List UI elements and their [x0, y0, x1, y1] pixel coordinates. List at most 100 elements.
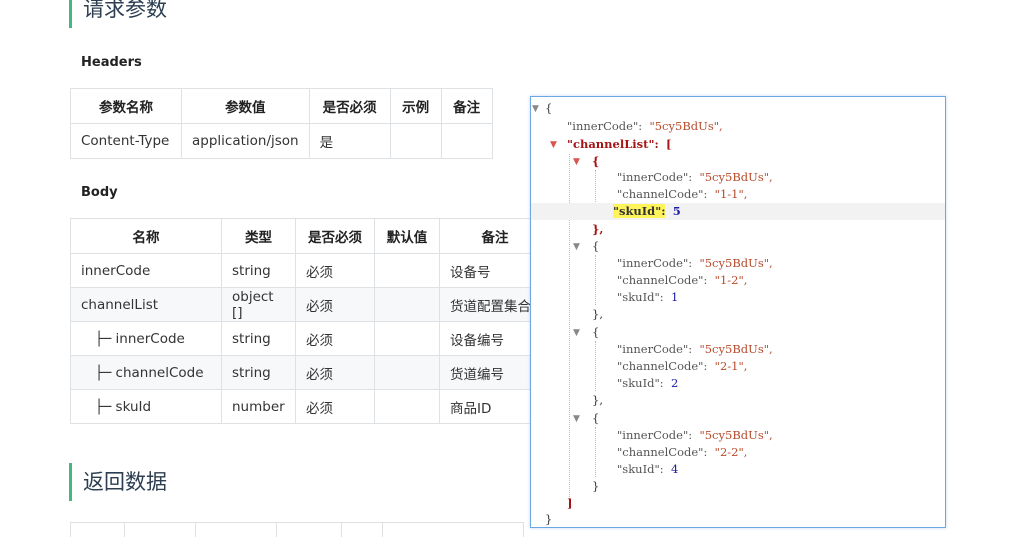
collapse-arrow-icon[interactable]: ▼ [573, 414, 580, 424]
json-string: "5cy5BdUs", [649, 119, 723, 133]
json-line: "skuId": 1 [617, 289, 945, 306]
table-row: ├─ innerCode string 必须 设备编号 [70, 321, 551, 356]
json-line: { [592, 324, 945, 341]
json-line: "skuId": 4 [617, 461, 945, 478]
cell: 必须 [295, 389, 375, 424]
table-divider [276, 523, 277, 537]
json-brace: }, [592, 222, 604, 236]
cell: application/json [181, 123, 310, 159]
body-subtitle: Body [81, 185, 118, 200]
cell: Content-Type [70, 123, 182, 159]
json-line: "channelCode": "1-2", [617, 272, 945, 289]
json-string: "5cy5BdUs", [699, 342, 773, 356]
request-params-heading: 请求参数 [69, 0, 167, 28]
headers-col-required: 是否必须 [308, 88, 391, 124]
cell: 必须 [295, 321, 375, 356]
indent-guide [595, 341, 596, 391]
cell [374, 253, 440, 288]
headers-subtitle: Headers [81, 55, 142, 70]
json-string: "5cy5BdUs", [699, 256, 773, 270]
json-line: { [592, 410, 945, 427]
table-divider [124, 523, 125, 537]
json-line: "innerCode": "5cy5BdUs", [617, 169, 945, 186]
json-line: "innerCode": "5cy5BdUs", [617, 255, 945, 272]
json-string: "2-2", [714, 445, 748, 459]
json-brace: { [592, 154, 600, 168]
collapse-arrow-icon[interactable]: ▼ [573, 328, 580, 338]
headers-table-header-row: 参数名称 参数值 是否必须 示例 备注 [70, 88, 493, 124]
cell [374, 355, 440, 390]
json-string: "2-1", [714, 359, 748, 373]
collapse-arrow-icon[interactable]: ▼ [532, 104, 539, 114]
json-bracket: ] [567, 496, 573, 510]
cell: 必须 [295, 287, 375, 322]
json-number: 5 [672, 204, 681, 218]
json-brace: { [592, 411, 600, 425]
cell: string [221, 321, 296, 356]
json-line: "skuId": 2 [617, 375, 945, 392]
cell [440, 123, 493, 159]
cell: 必须 [295, 253, 375, 288]
json-line: }, [592, 392, 945, 409]
cell: object [] [221, 287, 296, 322]
json-line: { [592, 153, 945, 170]
json-string: "5cy5BdUs", [699, 428, 773, 442]
json-viewer-panel[interactable]: ▼ { "innerCode": "5cy5BdUs", ▼ "channelL… [530, 96, 946, 528]
json-number: 2 [670, 376, 679, 390]
cell: ├─ skuId [70, 389, 222, 424]
json-number: 4 [670, 462, 679, 476]
collapse-arrow-icon[interactable]: ▼ [573, 157, 580, 167]
json-line: "channelCode": "2-2", [617, 444, 945, 461]
cell: ├─ channelCode [70, 355, 222, 390]
json-key: "channelCode": [617, 359, 708, 373]
table-row: ├─ channelCode string 必须 货道编号 [70, 355, 551, 390]
json-line: "innerCode": "5cy5BdUs", [617, 341, 945, 358]
response-table [70, 522, 524, 537]
json-brace: }, [592, 393, 603, 407]
json-line: "innerCode": "5cy5BdUs", [617, 427, 945, 444]
json-line: }, [592, 306, 945, 323]
json-line: { [592, 238, 945, 255]
json-string: "1-1", [714, 187, 748, 201]
json-string: "5cy5BdUs", [699, 170, 773, 184]
json-key: "innerCode": [617, 342, 693, 356]
json-brace: } [545, 512, 553, 526]
table-divider [195, 523, 196, 537]
body-col-type: 类型 [221, 218, 296, 254]
json-number: 1 [670, 290, 679, 304]
json-brace: { [545, 101, 553, 115]
table-row: innerCode string 必须 设备号 [70, 253, 551, 288]
cell: number [221, 389, 296, 424]
json-key: "channelCode": [617, 445, 708, 459]
body-table-header-row: 名称 类型 是否必须 默认值 备注 [70, 218, 551, 254]
indent-guide [595, 255, 596, 305]
headers-col-example: 示例 [389, 88, 442, 124]
collapse-arrow-icon[interactable]: ▼ [573, 242, 580, 252]
json-key: "channelList": [567, 137, 659, 151]
collapse-arrow-icon[interactable]: ▼ [550, 140, 557, 150]
json-key: "innerCode": [617, 170, 693, 184]
cell [389, 123, 442, 159]
cell [374, 287, 440, 322]
json-line: { [545, 100, 945, 117]
json-key: "channelCode": [617, 187, 708, 201]
body-col-default: 默认值 [374, 218, 440, 254]
json-key-highlight: "skuId": [613, 204, 666, 218]
response-data-heading: 返回数据 [69, 463, 167, 501]
table-divider [382, 523, 383, 537]
json-key: "skuId": [617, 376, 664, 390]
json-key: "skuId": [617, 290, 664, 304]
json-key: "skuId": [617, 462, 664, 476]
headers-col-name: 参数名称 [70, 88, 182, 124]
json-key: "channelCode": [617, 273, 708, 287]
cell: ├─ innerCode [70, 321, 222, 356]
table-divider [341, 523, 342, 537]
json-brace: }, [592, 307, 603, 321]
body-col-name: 名称 [70, 218, 222, 254]
json-line: } [592, 478, 945, 495]
json-key: "innerCode": [617, 256, 693, 270]
cell: string [221, 253, 296, 288]
indent-guide [595, 427, 596, 477]
json-brace: { [592, 239, 600, 253]
cell: innerCode [70, 253, 222, 288]
